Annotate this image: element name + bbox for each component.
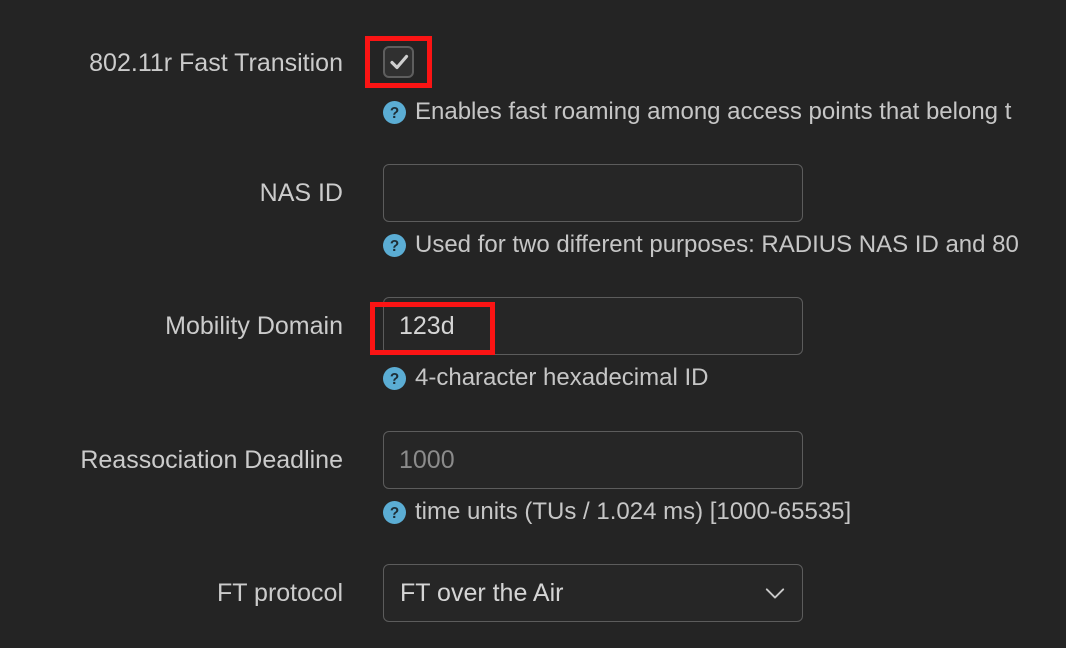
ft-protocol-select[interactable]: FT over the Air bbox=[383, 564, 803, 622]
help-circle-icon[interactable]: ? bbox=[383, 234, 406, 257]
hint-text-fast-transition: Enables fast roaming among access points… bbox=[415, 98, 1011, 126]
control-ft-protocol[interactable]: FT over the Air bbox=[383, 564, 803, 622]
svg-text:?: ? bbox=[390, 370, 399, 387]
nas-id-input[interactable] bbox=[383, 164, 803, 222]
hint-text-reassociation-deadline: time units (TUs / 1.024 ms) [1000-65535] bbox=[415, 498, 851, 526]
help-circle-icon[interactable]: ? bbox=[383, 101, 406, 124]
label-fast-transition: 802.11r Fast Transition bbox=[0, 48, 343, 78]
reassociation-deadline-input[interactable] bbox=[383, 431, 803, 489]
label-ft-protocol: FT protocol bbox=[0, 578, 343, 608]
help-circle-icon[interactable]: ? bbox=[383, 367, 406, 390]
control-reassociation-deadline[interactable] bbox=[383, 431, 803, 489]
mobility-domain-input[interactable] bbox=[383, 297, 803, 355]
hint-text-mobility-domain: 4-character hexadecimal ID bbox=[415, 364, 708, 392]
svg-text:?: ? bbox=[390, 504, 399, 521]
label-reassociation-deadline: Reassociation Deadline bbox=[0, 445, 343, 475]
svg-text:?: ? bbox=[390, 104, 399, 121]
chevron-down-icon[interactable] bbox=[764, 582, 786, 604]
hint-text-nas-id: Used for two different purposes: RADIUS … bbox=[415, 231, 1019, 259]
control-fast-transition[interactable] bbox=[383, 46, 414, 78]
hint-reassociation-deadline: ? time units (TUs / 1.024 ms) [1000-6553… bbox=[383, 498, 851, 526]
control-mobility-domain[interactable] bbox=[383, 297, 803, 355]
control-nas-id[interactable] bbox=[383, 164, 803, 222]
hint-fast-transition: ? Enables fast roaming among access poin… bbox=[383, 98, 1011, 126]
hint-mobility-domain: ? 4-character hexadecimal ID bbox=[383, 364, 708, 392]
label-nas-id: NAS ID bbox=[0, 178, 343, 208]
hint-nas-id: ? Used for two different purposes: RADIU… bbox=[383, 231, 1019, 259]
ft-protocol-selected-value: FT over the Air bbox=[400, 565, 564, 621]
fast-transition-checkbox[interactable] bbox=[383, 46, 414, 78]
svg-text:?: ? bbox=[390, 237, 399, 254]
help-circle-icon[interactable]: ? bbox=[383, 501, 406, 524]
checkmark-icon bbox=[388, 51, 410, 73]
label-mobility-domain: Mobility Domain bbox=[0, 311, 343, 341]
